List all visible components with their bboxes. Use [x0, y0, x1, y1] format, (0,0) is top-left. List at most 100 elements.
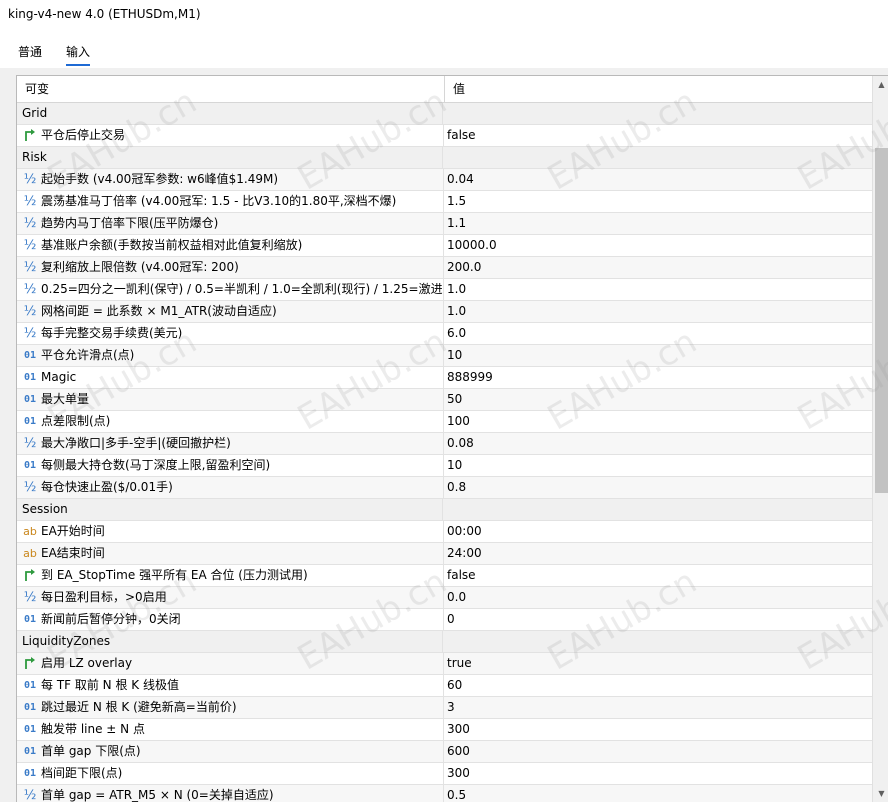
parameter-row[interactable]: 01 档间距下限(点) 300 — [17, 763, 872, 785]
group-name: Grid — [17, 103, 443, 124]
parameter-value[interactable]: 300 — [445, 719, 470, 740]
parameter-value[interactable]: 60 — [445, 675, 462, 696]
parameter-value[interactable]: 0.08 — [445, 433, 474, 454]
parameter-value[interactable]: 10 — [445, 455, 462, 476]
parameter-value[interactable]: 200.0 — [445, 257, 481, 278]
parameter-row[interactable]: 01 跳过最近 N 根 K (避免新高=当前价) 3 — [17, 697, 872, 719]
int-icon: 01 — [23, 394, 37, 405]
parameter-value[interactable]: 1.0 — [445, 301, 466, 322]
parameter-row[interactable]: ½ 首单 gap = ATR_M5 × N (0=关掉自适应) 0.5 — [17, 785, 872, 802]
tab-inputs[interactable]: 输入 — [66, 43, 91, 66]
parameter-row[interactable]: ab EA结束时间 24:00 — [17, 543, 872, 565]
parameter-row[interactable]: ½ 0.25=四分之一凯利(保守) / 0.5=半凯利 / 1.0=全凯利(现行)… — [17, 279, 872, 301]
parameter-name: 最大净敞口|多手-空手|(硬回撤护栏) — [41, 436, 231, 450]
parameter-name-cell: ½ 每仓快速止盈($/0.01手) — [17, 477, 444, 498]
parameter-value[interactable]: 0.5 — [445, 785, 466, 802]
inputs-table: 可变 值 Grid 平仓后停止交易 false Risk ½ 起始手数 (v4.00冠军参… — [16, 75, 888, 802]
parameter-value[interactable]: 0.0 — [445, 587, 466, 608]
parameter-row[interactable]: ½ 最大净敞口|多手-空手|(硬回撤护栏) 0.08 — [17, 433, 872, 455]
parameter-row[interactable]: ½ 起始手数 (v4.00冠军参数: w6峰值$1.49M) 0.04 — [17, 169, 872, 191]
double-icon: ½ — [23, 304, 37, 319]
scrollbar-thumb[interactable] — [875, 148, 888, 493]
group-value-cell — [445, 103, 447, 124]
parameter-name: EA结束时间 — [41, 546, 105, 560]
table-header: 可变 值 — [17, 76, 872, 103]
parameter-name: 首单 gap = ATR_M5 × N (0=关掉自适应) — [41, 788, 274, 802]
parameter-value[interactable]: 100 — [445, 411, 470, 432]
parameter-row[interactable]: 01 点差限制(点) 100 — [17, 411, 872, 433]
parameter-row[interactable]: ½ 震荡基准马丁倍率 (v4.00冠军: 1.5 - 比V3.10的1.80平,深… — [17, 191, 872, 213]
parameter-name: 每日盈利目标，>0启用 — [41, 590, 167, 604]
int-icon: 01 — [23, 372, 37, 383]
group-header-row[interactable]: LiquidityZones — [17, 631, 872, 653]
parameter-row[interactable]: 01 触发带 line ± N 点 300 — [17, 719, 872, 741]
parameter-row[interactable]: 平仓后停止交易 false — [17, 125, 872, 147]
double-icon: ½ — [23, 216, 37, 231]
parameter-row[interactable]: ½ 每日盈利目标，>0启用 0.0 — [17, 587, 872, 609]
parameter-value[interactable]: 00:00 — [445, 521, 482, 542]
parameter-value[interactable]: 50 — [445, 389, 462, 410]
parameter-name: 最大单量 — [41, 392, 90, 406]
parameter-name-cell: ½ 复利缩放上限倍数 (v4.00冠军: 200) — [17, 257, 444, 278]
parameter-value[interactable]: 0.8 — [445, 477, 466, 498]
parameter-row[interactable]: 01 最大单量 50 — [17, 389, 872, 411]
parameter-row[interactable]: 01 平仓允许滑点(点) 10 — [17, 345, 872, 367]
parameter-value[interactable]: 0.04 — [445, 169, 474, 190]
parameter-row[interactable]: 01 每 TF 取前 N 根 K 线极值 60 — [17, 675, 872, 697]
parameter-row[interactable]: 01 Magic 888999 — [17, 367, 872, 389]
parameter-row[interactable]: 01 新闻前后暂停分钟，0关闭 0 — [17, 609, 872, 631]
parameter-value[interactable]: 300 — [445, 763, 470, 784]
parameter-value[interactable]: 3 — [445, 697, 455, 718]
parameter-value[interactable]: 888999 — [445, 367, 493, 388]
group-value-cell — [445, 631, 447, 652]
double-icon: ½ — [23, 260, 37, 275]
parameter-name-cell: 平仓后停止交易 — [17, 125, 444, 146]
parameter-row[interactable]: ½ 基准账户余额(手数按当前权益相对此值复利缩放) 10000.0 — [17, 235, 872, 257]
int-icon: 01 — [23, 460, 37, 471]
parameter-value[interactable]: 1.1 — [445, 213, 466, 234]
group-name: Session — [17, 499, 443, 520]
parameter-row[interactable]: 到 EA_StopTime 强平所有 EA 合位 (压力测试用) false — [17, 565, 872, 587]
parameter-name-cell: 01 Magic — [17, 367, 444, 388]
column-header-value[interactable]: 值 — [445, 76, 465, 102]
double-icon: ½ — [23, 480, 37, 495]
parameter-row[interactable]: 启用 LZ overlay true — [17, 653, 872, 675]
column-header-variable[interactable]: 可变 — [17, 76, 445, 102]
parameter-row[interactable]: ½ 每手完整交易手续费(美元) 6.0 — [17, 323, 872, 345]
parameter-value[interactable]: 10 — [445, 345, 462, 366]
double-icon: ½ — [23, 282, 37, 297]
parameter-row[interactable]: ½ 网格间距 = 此系数 × M1_ATR(波动自适应) 1.0 — [17, 301, 872, 323]
double-icon: ½ — [23, 788, 37, 802]
parameter-row[interactable]: ½ 趋势内马丁倍率下限(压平防爆仓) 1.1 — [17, 213, 872, 235]
parameter-value[interactable]: 6.0 — [445, 323, 466, 344]
parameter-value[interactable]: 1.0 — [445, 279, 466, 300]
parameter-name-cell: ½ 首单 gap = ATR_M5 × N (0=关掉自适应) — [17, 785, 444, 802]
parameter-name: 点差限制(点) — [41, 414, 111, 428]
parameter-name-cell: 启用 LZ overlay — [17, 653, 444, 674]
parameter-value[interactable]: false — [445, 565, 476, 586]
parameter-value[interactable]: 0 — [445, 609, 455, 630]
group-header-row[interactable]: Grid — [17, 103, 872, 125]
tab-general[interactable]: 普通 — [18, 43, 42, 60]
parameter-row[interactable]: 01 每侧最大持仓数(马丁深度上限,留盈利空间) 10 — [17, 455, 872, 477]
parameter-value[interactable]: true — [445, 653, 472, 674]
parameter-value[interactable]: false — [445, 125, 476, 146]
parameter-name-cell: 01 新闻前后暂停分钟，0关闭 — [17, 609, 444, 630]
parameter-row[interactable]: ½ 复利缩放上限倍数 (v4.00冠军: 200) 200.0 — [17, 257, 872, 279]
parameter-value[interactable]: 600 — [445, 741, 470, 762]
parameter-row[interactable]: ab EA开始时间 00:00 — [17, 521, 872, 543]
parameter-value[interactable]: 10000.0 — [445, 235, 497, 256]
parameter-name: 起始手数 (v4.00冠军参数: w6峰值$1.49M) — [41, 172, 279, 186]
parameter-row[interactable]: 01 首单 gap 下限(点) 600 — [17, 741, 872, 763]
parameter-value[interactable]: 1.5 — [445, 191, 466, 212]
group-header-row[interactable]: Session — [17, 499, 872, 521]
vertical-scrollbar[interactable]: ▲ ▼ — [872, 76, 888, 802]
parameter-value[interactable]: 24:00 — [445, 543, 482, 564]
string-icon: ab — [23, 547, 37, 560]
scroll-up-icon[interactable]: ▲ — [873, 76, 888, 93]
scroll-down-icon[interactable]: ▼ — [873, 785, 888, 802]
parameter-name: Magic — [41, 370, 77, 384]
parameter-row[interactable]: ½ 每仓快速止盈($/0.01手) 0.8 — [17, 477, 872, 499]
group-header-row[interactable]: Risk — [17, 147, 872, 169]
parameter-name: 网格间距 = 此系数 × M1_ATR(波动自适应) — [41, 304, 277, 318]
